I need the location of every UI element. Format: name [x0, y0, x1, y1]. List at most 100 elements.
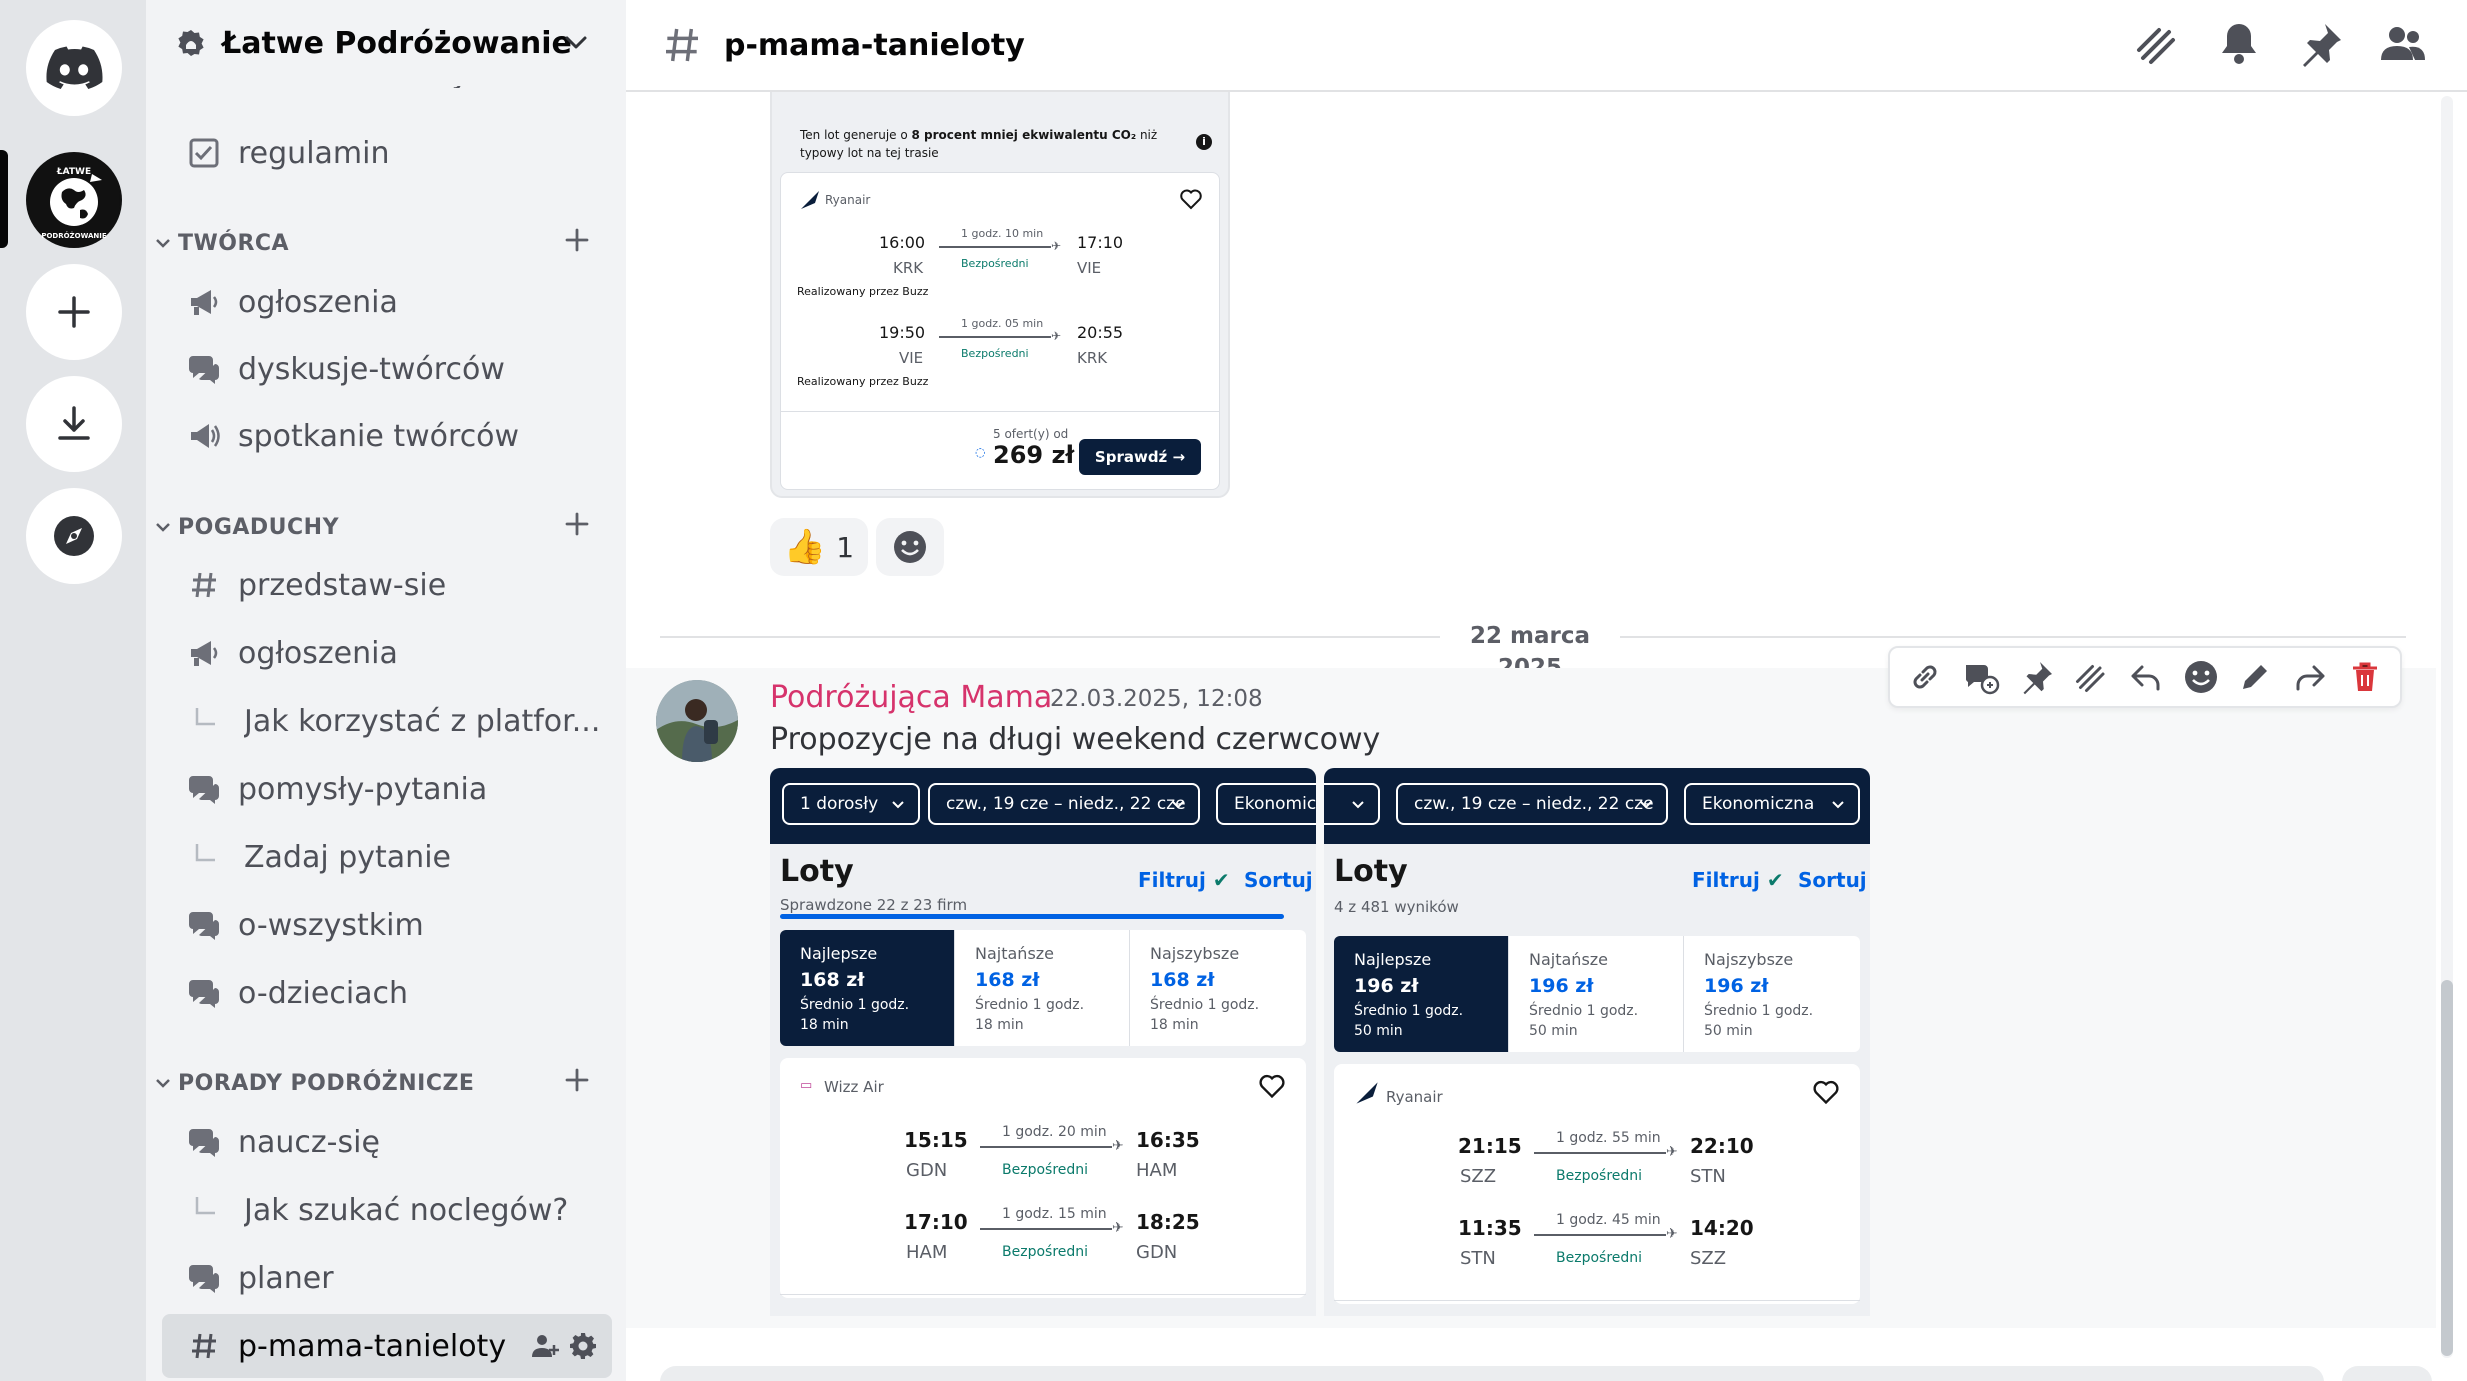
dep-time: 15:15	[904, 1128, 968, 1152]
reply-icon[interactable]	[2128, 659, 2164, 695]
add-server-button[interactable]	[26, 264, 122, 360]
sidebar-item-o-dzieciach[interactable]: o-dzieciach	[176, 964, 606, 1022]
download-apps-button[interactable]	[26, 376, 122, 472]
ryanair-logo-icon	[801, 191, 819, 209]
plus-icon	[58, 296, 90, 328]
sidebar-item-o-wszystkim[interactable]: o-wszystkim	[176, 896, 606, 954]
megaphone-icon	[186, 284, 222, 320]
invite-member-icon[interactable]	[530, 1331, 560, 1361]
chat-header: p-mama-tanieloty	[626, 0, 2467, 92]
dep-time: 19:50	[879, 323, 926, 342]
add-channel-icon[interactable]	[564, 227, 590, 253]
category-pogaduchy[interactable]: POGADUCHY	[154, 507, 614, 547]
search-topbar: 1 dorosły czw., 19 cze – niedz., 22 cze …	[770, 768, 1316, 844]
avg-line: 18 min	[800, 1017, 849, 1033]
message-composer[interactable]	[660, 1366, 2324, 1381]
add-channel-icon[interactable]	[564, 511, 590, 537]
dep-airport: KRK	[893, 259, 924, 277]
edit-pencil-icon[interactable]	[2237, 659, 2273, 695]
sidebar-item-label: Zadaj pytanie	[244, 839, 451, 875]
tab-label: Najtańsze	[1529, 950, 1609, 969]
category-tworca[interactable]: TWÓRCA	[154, 223, 614, 263]
flight-search-screenshot-2[interactable]: czw., 19 cze – niedz., 22 cze Ekonomiczn…	[1324, 768, 1870, 1316]
link-icon[interactable]	[1907, 659, 1943, 695]
sidebar-item-regulamin[interactable]: regulamin	[176, 124, 606, 182]
server-rail: ŁATWE PODRÓŻOWANIE	[0, 0, 146, 1381]
flight-result-card-attachment[interactable]: Ten lot generuje o 8 procent mniej ekwiw…	[770, 60, 1230, 498]
sidebar-item-p-mama-tanieloty[interactable]: p-mama-tanieloty	[162, 1314, 612, 1378]
forward-to-forum-icon[interactable]	[1962, 659, 2000, 695]
avatar-image	[656, 680, 738, 762]
arr-airport: STN	[1690, 1166, 1726, 1187]
server-header[interactable]: Łatwe Podróżowanie	[146, 0, 626, 86]
direct-label: Bezpośredni	[1556, 1168, 1643, 1184]
member-list-icon[interactable]	[2379, 20, 2427, 68]
tab-avg: Średnio 1 godz. 50 min	[1529, 1001, 1663, 1041]
message-author[interactable]: Podróżująca Mama	[770, 680, 1052, 715]
add-reaction-button[interactable]	[876, 518, 944, 576]
thumbs-up-icon: 👍	[783, 527, 827, 567]
server-icon-latwe-podrozowanie[interactable]: ŁATWE PODRÓŻOWANIE	[26, 152, 122, 248]
pin-icon[interactable]	[2297, 20, 2345, 68]
forward-icon[interactable]	[2292, 659, 2328, 695]
co2-bold: 8 procent mniej ekwiwalentu CO₂	[911, 128, 1137, 142]
results-subtitle: 4 z 481 wyników	[1334, 898, 1459, 916]
sidebar-item-naucz-sie[interactable]: naucz-się	[176, 1113, 606, 1171]
pill-label: czw., 19 cze – niedz., 22 cze	[1414, 794, 1654, 814]
discover-button[interactable]	[26, 488, 122, 584]
forum-icon	[186, 771, 222, 807]
flight-search-screenshot-1[interactable]: 1 dorosły czw., 19 cze – niedz., 22 cze …	[770, 768, 1316, 1316]
tab-avg: Średnio 1 godz. 50 min	[1354, 1001, 1488, 1041]
arr-time: 20:55	[1077, 323, 1124, 342]
sidebar-thread-jak-korzystac[interactable]: Jak korzystać z platfor...	[176, 692, 606, 750]
sidebar-item-label: Jak korzystać z platfor...	[244, 703, 601, 739]
sidebar-item-ogloszenia[interactable]: ogłoszenia	[176, 273, 606, 331]
chevron-down-icon	[156, 1079, 170, 1088]
scrollbar-thumb[interactable]	[2441, 980, 2453, 1356]
threads-icon[interactable]	[2133, 20, 2181, 68]
chevron-down-icon	[156, 523, 170, 532]
sidebar-item-pomysly-pytania[interactable]: pomysły-pytania	[176, 760, 606, 818]
sidebar-item-ogloszenia-2[interactable]: ogłoszenia	[176, 624, 606, 682]
tab-price: 168 zł	[1150, 969, 1215, 991]
heart-icon[interactable]	[1179, 187, 1203, 211]
reaction-thumbs-up[interactable]: 👍 1	[770, 518, 868, 576]
forum-icon	[186, 975, 222, 1011]
sidebar-item-przedstaw-sie[interactable]: przedstaw-sie	[176, 556, 606, 614]
check-offer-button[interactable]: Sprawdź →	[1079, 439, 1201, 475]
sidebar-thread-zadaj-pytanie[interactable]: Zadaj pytanie	[176, 828, 606, 886]
sidebar-item-planer[interactable]: planer	[176, 1249, 606, 1307]
heart-icon	[1259, 1074, 1285, 1099]
trash-icon[interactable]	[2347, 659, 2383, 695]
sidebar-thread-jak-szukac-noclegow[interactable]: Jak szukać noclegów?	[176, 1181, 606, 1239]
add-channel-icon[interactable]	[564, 1067, 590, 1093]
tab-label: Najlepsze	[800, 944, 878, 963]
arr-airport: VIE	[1077, 259, 1102, 277]
discord-home-button[interactable]	[26, 20, 122, 116]
sidebar-item-label: ogłoszenia	[238, 284, 398, 320]
composer-extra[interactable]	[2342, 1366, 2432, 1381]
airline-name: Ryanair	[825, 193, 871, 207]
results-title: Loty	[780, 854, 854, 889]
sidebar-item-dyskusje-tworcow[interactable]: dyskusje-twórców	[176, 340, 606, 398]
compass-icon	[54, 516, 94, 556]
tab-najszybsze: Najszybsze 168 zł Średnio 1 godz. 18 min	[1130, 930, 1305, 1046]
forum-icon	[186, 1260, 222, 1296]
category-porady-podroznicze[interactable]: PORADY PODRÓŻNICZE	[154, 1063, 614, 1103]
check-circle-icon: ✔	[1212, 868, 1230, 892]
filter-text: Filtruj	[1138, 868, 1206, 892]
direct-label: Bezpośredni	[961, 347, 1029, 360]
dates-select: czw., 19 cze – niedz., 22 cze	[928, 783, 1200, 825]
chevron-down-icon[interactable]	[562, 28, 590, 56]
bell-icon[interactable]	[2215, 20, 2263, 68]
tab-avg: Średnio 1 godz. 18 min	[800, 995, 934, 1035]
gear-icon[interactable]	[568, 1331, 598, 1361]
create-thread-icon[interactable]	[2073, 659, 2109, 695]
avatar[interactable]	[656, 680, 738, 762]
pin-message-icon[interactable]	[2019, 659, 2055, 695]
add-reaction-icon[interactable]	[2183, 659, 2219, 695]
avg-line: Średnio 1 godz.	[1529, 1003, 1639, 1019]
stage-icon	[186, 418, 222, 454]
sidebar-item-spotkanie-tworcow[interactable]: spotkanie twórców	[176, 407, 606, 465]
results-subtitle: Sprawdzone 22 z 23 firm	[780, 896, 968, 914]
